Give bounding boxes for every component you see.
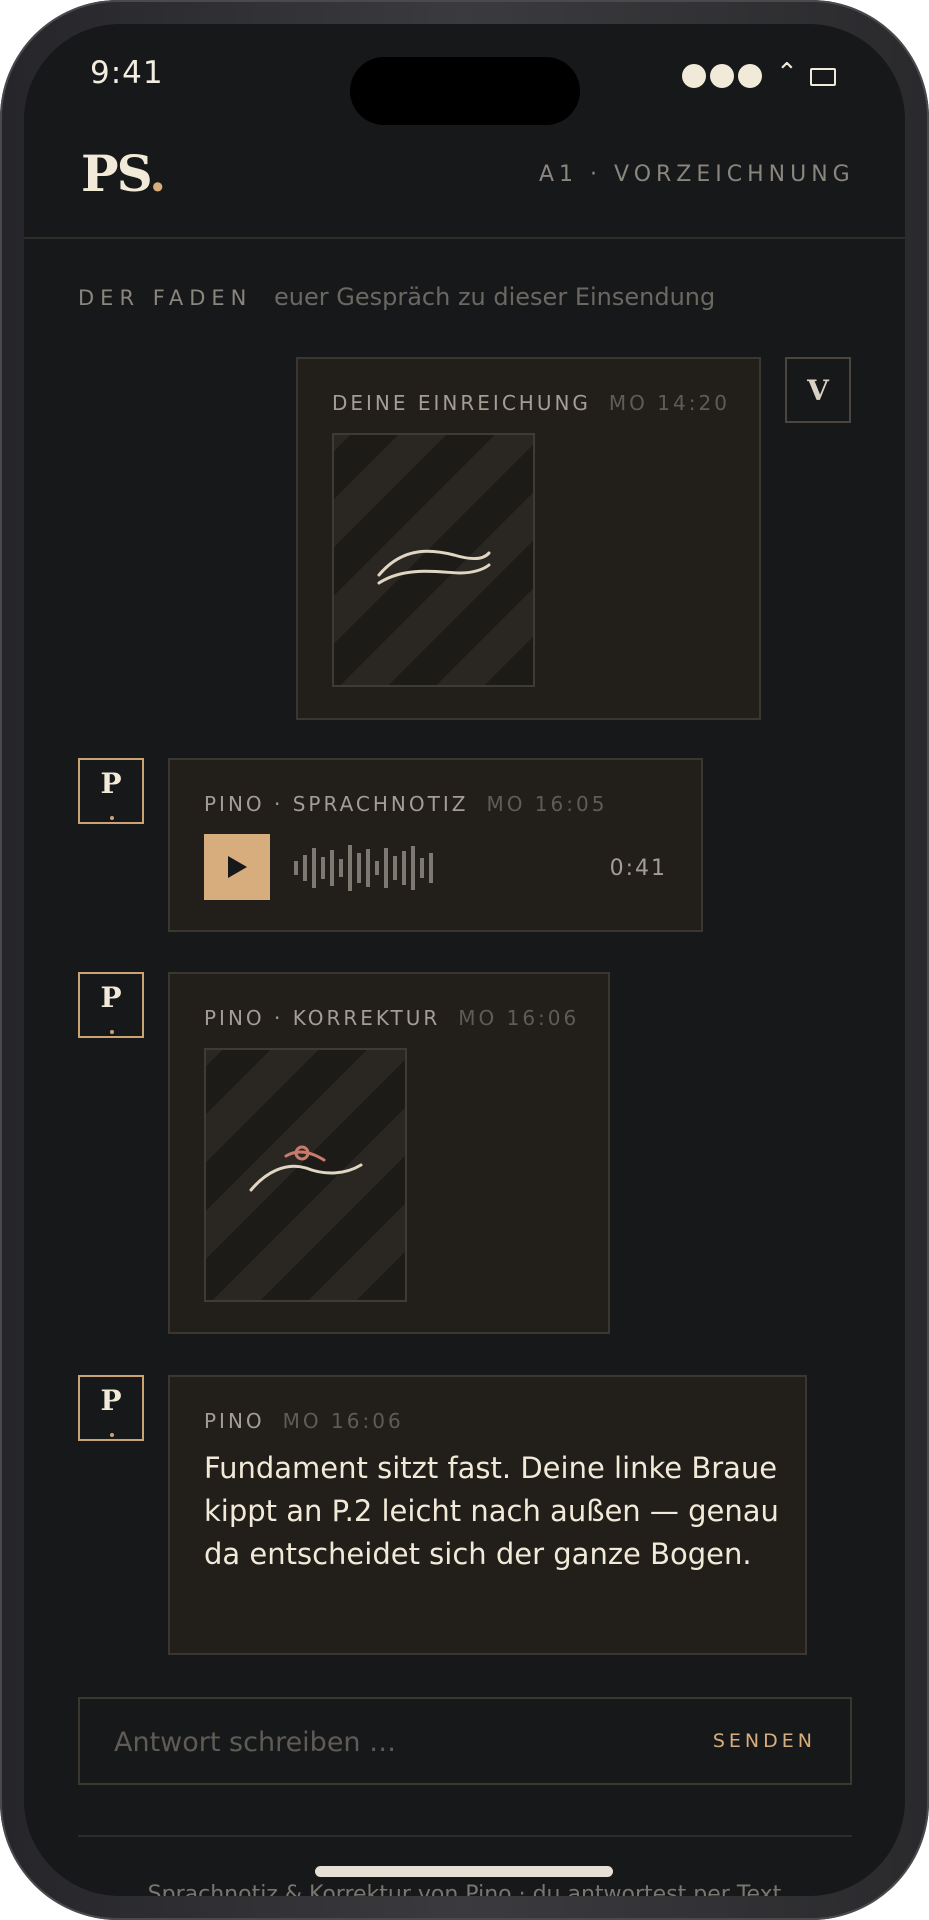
thread-subtitle: euer Gespräch zu dieser Einsendung <box>274 283 716 311</box>
message-time: MO 14:20 <box>608 391 730 415</box>
avatar-initial: P <box>100 767 122 800</box>
message-time: MO 16:05 <box>486 792 608 816</box>
message-header: DEINE EINREICHUNG MO 14:20 <box>332 391 730 415</box>
message-author: PINO · SPRACHNOTIZ <box>204 792 469 816</box>
message-header: PINO · KORREKTUR MO 16:06 <box>204 1006 579 1030</box>
reply-input[interactable] <box>112 1721 676 1763</box>
waveform[interactable] <box>294 844 433 892</box>
status-time: 9:41 <box>90 55 164 91</box>
message-header: PINO · SPRACHNOTIZ MO 16:05 <box>204 792 607 816</box>
avatar-initial: P <box>100 1384 122 1417</box>
brow-stroke-drawing <box>377 549 491 585</box>
footer-divider <box>78 1835 852 1837</box>
correction-image[interactable] <box>204 1048 407 1302</box>
device-frame: 9:41 ⌃ PS. A1 · VORZEICHNUNG DER FADEN e… <box>0 0 929 1920</box>
pino-avatar: P <box>78 972 144 1038</box>
corrected-brow-drawing <box>249 1145 363 1192</box>
message-author: PINO · KORREKTUR <box>204 1006 441 1030</box>
pino-avatar: P <box>78 758 144 824</box>
send-button[interactable]: SENDEN <box>713 1730 816 1752</box>
text-message-card: PINO MO 16:06 Fundament sitzt fast. Deine… <box>168 1375 807 1655</box>
message-text: Fundament sitzt fast. Deine linke Braue … <box>204 1451 779 1571</box>
play-button[interactable] <box>204 834 270 900</box>
home-indicator[interactable] <box>315 1866 613 1877</box>
thread-kicker: DER FADEN <box>78 286 253 310</box>
screen: 9:41 ⌃ PS. A1 · VORZEICHNUNG DER FADEN e… <box>24 24 905 1896</box>
logo-dot: . <box>148 144 166 203</box>
footer-note: Sprachnotiz & Korrektur von Pino · du an… <box>147 1882 782 1896</box>
voice-note-card: PINO · SPRACHNOTIZ MO 16:05 0:41 <box>168 758 703 932</box>
message-author: DEINE EINREICHUNG <box>332 391 591 415</box>
avatar-initial: P <box>100 981 122 1014</box>
reply-composer: SENDEN <box>78 1697 852 1785</box>
submission-card: DEINE EINREICHUNG MO 14:20 <box>296 357 761 720</box>
dynamic-island <box>350 57 580 125</box>
message-time: MO 16:06 <box>282 1409 404 1433</box>
play-icon <box>228 856 247 878</box>
logo[interactable]: PS. <box>81 144 166 203</box>
signal-icon <box>682 64 762 88</box>
message-author: PINO <box>204 1409 265 1433</box>
correction-card: PINO · KORREKTUR MO 16:06 <box>168 972 610 1334</box>
user-avatar: V <box>785 357 851 423</box>
message-header: PINO MO 16:06 <box>204 1409 404 1433</box>
voice-duration: 0:41 <box>609 856 667 881</box>
logo-text: PS <box>81 144 151 203</box>
submission-image[interactable] <box>332 433 535 687</box>
header-divider <box>24 237 905 239</box>
pino-avatar: P <box>78 1375 144 1441</box>
battery-icon <box>810 68 836 86</box>
lesson-context: A1 · VORZEICHNUNG <box>539 162 855 187</box>
wifi-icon: ⌃ <box>776 58 798 88</box>
message-time: MO 16:06 <box>458 1006 580 1030</box>
